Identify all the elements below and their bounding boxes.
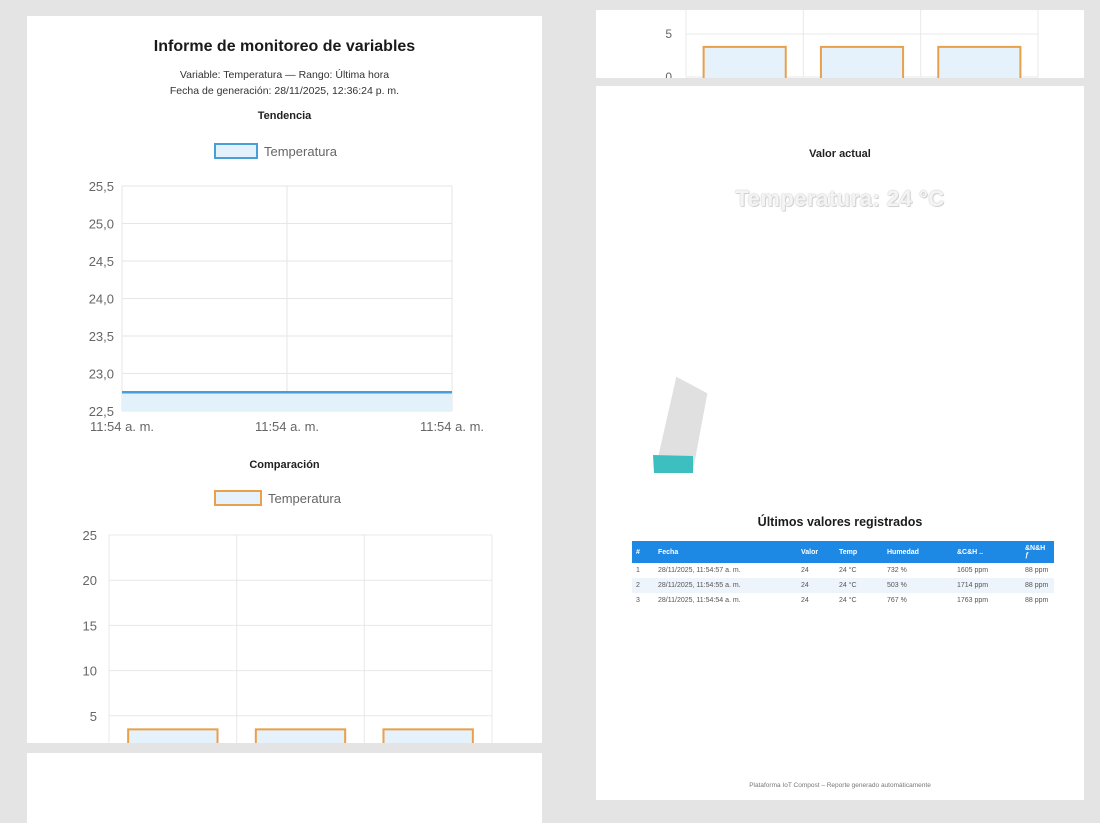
bar [819,45,905,78]
cell-fecha: 28/11/2025, 11:54:55 a. m. [654,578,797,593]
comparison-chart: Temperatura2520151050 [83,490,493,743]
report-page-2-top-fragment: 50 [596,10,1084,78]
bar [937,45,1022,78]
col-index: # [632,541,654,563]
series-area [122,392,452,411]
comparison-chart-fragment: 50 [665,10,1039,78]
cell-nh3: 88 ppm [1021,563,1054,578]
col-temp: Temp [835,541,883,563]
legend-swatch [214,143,258,159]
table-header-row: # Fecha Valor Temp Humedad &C&H .. &N&H … [632,541,1054,563]
y-tick-label: 22,5 [89,404,114,419]
y-tick-label: 23,0 [89,367,114,382]
y-tick-label: 23,5 [89,329,114,344]
legend-label: Temperatura [268,491,342,506]
y-tick-label: 25,0 [89,217,114,232]
current-value-text: Temperatura: 24 °C [735,186,945,211]
y-tick-label: 25 [83,528,97,543]
y-tick-label: 5 [90,709,97,724]
cell-valor: 24 [797,593,835,608]
y-tick-label: 15 [83,618,97,633]
trend-chart: Temperatura25,525,024,524,023,523,022,51… [89,143,484,434]
report-generated-date: Fecha de generación: 28/11/2025, 12:36:2… [169,85,400,97]
cell-index: 3 [632,593,654,608]
col-co2: &C&H .. [953,541,1021,563]
col-valor: Valor [797,541,835,563]
col-humedad: Humedad [883,541,953,563]
cell-temp: 24 °C [835,578,883,593]
report-footer: Plataforma IoT Compost – Reporte generad… [749,782,931,789]
cell-nh3: 88 ppm [1021,593,1054,608]
cell-nh3: 88 ppm [1021,578,1054,593]
cell-temp: 24 °C [835,593,883,608]
gauge-fill [653,455,693,473]
y-tick-label: 24,0 [89,292,114,307]
cell-co2: 1605 ppm [953,563,1021,578]
report-title: Informe de monitoreo de variables [153,38,416,55]
cell-index: 1 [632,563,654,578]
x-tick-label: 11:54 a. m. [420,419,484,434]
cell-humedad: 732 % [883,563,953,578]
bar [127,728,219,743]
gauge-chart [653,375,709,474]
y-tick-label: 5 [665,27,672,41]
report-page-1: Informe de monitoreo de variables Variab… [27,16,542,743]
cell-co2: 1714 ppm [953,578,1021,593]
x-tick-label: 11:54 a. m. [90,419,154,434]
report-subtitle: Variable: Temperatura — Rango: Última ho… [179,69,390,81]
report-page-1-continued [27,753,542,823]
trend-heading: Tendencia [257,110,312,122]
cell-valor: 24 [797,563,835,578]
cell-fecha: 28/11/2025, 11:54:54 a. m. [654,593,797,608]
col-fecha: Fecha [654,541,797,563]
y-tick-label: 0 [665,70,672,78]
cell-fecha: 28/11/2025, 11:54:57 a. m. [654,563,797,578]
bar [382,728,474,743]
cell-index: 2 [632,578,654,593]
cell-humedad: 767 % [883,593,953,608]
col-nh3: &N&H ƒ [1021,541,1054,563]
legend-label: Temperatura [264,144,338,159]
records-table: # Fecha Valor Temp Humedad &C&H .. &N&H … [632,541,1054,608]
y-tick-label: 25,5 [89,179,114,194]
table-row: 2 28/11/2025, 11:54:55 a. m. 24 24 °C 50… [632,578,1054,593]
current-value-heading: Valor actual [809,148,871,160]
compare-heading: Comparación [249,459,320,471]
bar [254,728,347,743]
y-tick-label: 10 [83,664,97,679]
table-row: 3 28/11/2025, 11:54:54 a. m. 24 24 °C 76… [632,593,1054,608]
table-row: 1 28/11/2025, 11:54:57 a. m. 24 24 °C 73… [632,563,1054,578]
cell-valor: 24 [797,578,835,593]
bar [702,45,787,78]
legend-swatch [214,490,262,506]
report-page-2: Valor actual Temperatura: 24 °C Últimos … [596,86,1084,800]
y-tick-label: 20 [83,573,97,588]
y-tick-label: 24,5 [89,254,114,269]
cell-co2: 1763 ppm [953,593,1021,608]
table-heading: Últimos valores registrados [757,515,923,529]
x-tick-label: 11:54 a. m. [255,419,319,434]
cell-humedad: 503 % [883,578,953,593]
cell-temp: 24 °C [835,563,883,578]
